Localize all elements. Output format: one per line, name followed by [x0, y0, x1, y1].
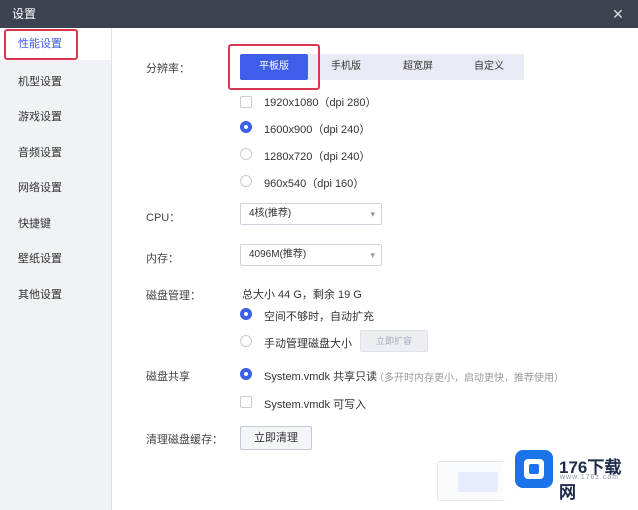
save-button-inner	[458, 472, 498, 492]
cpu-select-value: 4核(推荐)	[249, 208, 292, 219]
expand-now-button[interactable]: 立即扩容	[360, 330, 428, 352]
sidebar-item-shortcuts[interactable]: 快捷键	[0, 208, 111, 240]
sidebar-highlight-box	[4, 29, 78, 60]
sidebar-item-game[interactable]: 游戏设置	[0, 101, 111, 133]
sidebar-item-audio[interactable]: 音频设置	[0, 137, 111, 169]
disk-share-label: 磁盘共享	[146, 371, 190, 383]
window-title: 设置	[12, 7, 37, 21]
sidebar-item-other[interactable]: 其他设置	[0, 279, 111, 311]
clear-now-button[interactable]: 立即清理	[240, 426, 312, 450]
tab-highlight-box	[228, 44, 320, 90]
watermark-url: www.176z.com	[560, 474, 620, 481]
share-readonly-note: （多开时内存更小，启动更快，推荐使用）	[374, 373, 564, 384]
tab-ultrawide[interactable]: 超宽屏	[384, 54, 452, 80]
resolution-label: 分辨率：	[146, 63, 190, 75]
disk-label: 磁盘管理：	[146, 290, 201, 302]
resolution-option-1600: 1600x900（dpi 240）	[264, 124, 371, 136]
brand-logo-icon	[515, 450, 553, 488]
resolution-radio-1920[interactable]	[240, 96, 252, 108]
disk-option-manual: 手动管理磁盘大小	[264, 338, 352, 350]
sidebar-item-device-model[interactable]: 机型设置	[0, 66, 111, 98]
sidebar-item-network[interactable]: 网络设置	[0, 172, 111, 204]
resolution-option-1920: 1920x1080（dpi 280）	[264, 97, 377, 109]
resolution-radio-1600[interactable]	[240, 121, 252, 133]
tab-custom[interactable]: 自定义	[454, 54, 524, 80]
share-radio-writable[interactable]	[240, 396, 252, 408]
sidebar: 性能设置 机型设置 游戏设置 音频设置 网络设置 快捷键 壁纸设置 其他设置	[0, 28, 112, 510]
disk-radio-manual[interactable]	[240, 335, 252, 347]
close-icon[interactable]: ✕	[608, 0, 628, 28]
watermark: 176下载网 www.176z.com	[503, 443, 638, 510]
share-option-writable: System.vmdk 可写入	[264, 399, 367, 411]
memory-select[interactable]: 4096M(推荐) ▾	[240, 244, 382, 266]
disk-radio-auto[interactable]	[240, 308, 252, 320]
cpu-select[interactable]: 4核(推荐) ▾	[240, 203, 382, 225]
save-button[interactable]	[437, 461, 513, 501]
title-bar: 设置 ✕	[0, 0, 638, 28]
share-option-readonly: System.vmdk 共享只读	[264, 371, 378, 383]
share-radio-readonly[interactable]	[240, 368, 252, 380]
resolution-radio-960[interactable]	[240, 175, 252, 187]
settings-panel: 分辨率： 平板版 手机版 超宽屏 自定义 1920x1080（dpi 280） …	[112, 28, 638, 510]
memory-select-value: 4096M(推荐)	[249, 249, 307, 260]
disk-option-auto: 空间不够时，自动扩充	[264, 311, 374, 323]
resolution-option-960: 960x540（dpi 160）	[264, 178, 365, 190]
resolution-option-1280: 1280x720（dpi 240）	[264, 151, 371, 163]
memory-label: 内存：	[146, 253, 179, 265]
disk-summary: 总大小 44 G，剩余 19 G	[242, 289, 362, 301]
sidebar-item-wallpaper[interactable]: 壁纸设置	[0, 243, 111, 275]
cpu-label: CPU：	[146, 212, 181, 224]
tab-phone[interactable]: 手机版	[312, 54, 380, 80]
clear-cache-label: 清理磁盘缓存：	[146, 434, 223, 446]
resolution-radio-1280[interactable]	[240, 148, 252, 160]
chevron-down-icon: ▾	[370, 209, 375, 219]
chevron-down-icon: ▾	[370, 250, 375, 260]
